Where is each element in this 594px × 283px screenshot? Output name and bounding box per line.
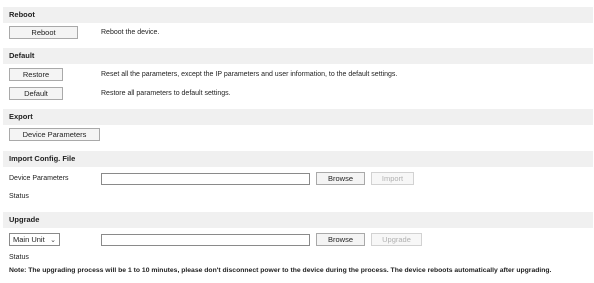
import-browse-button[interactable]: Browse bbox=[316, 172, 365, 185]
export-section-header: Export bbox=[3, 109, 593, 125]
restore-button[interactable]: Restore bbox=[9, 68, 63, 81]
restore-description: Reset all the parameters, except the IP … bbox=[101, 71, 398, 78]
upgrade-status-label: Status bbox=[9, 254, 29, 261]
export-device-parameters-button[interactable]: Device Parameters bbox=[9, 128, 100, 141]
import-config-section-header: Import Config. File bbox=[3, 151, 593, 167]
reboot-description: Reboot the device. bbox=[101, 29, 160, 36]
unit-select[interactable]: Main Unit ⌄ bbox=[9, 233, 60, 246]
unit-select-value: Main Unit bbox=[13, 235, 45, 244]
upgrade-file-path-input[interactable] bbox=[101, 234, 310, 246]
import-device-parameters-label: Device Parameters bbox=[9, 175, 69, 182]
import-status-label: Status bbox=[9, 193, 29, 200]
import-file-path-input[interactable] bbox=[101, 173, 310, 185]
upgrade-note: Note: The upgrading process will be 1 to… bbox=[9, 267, 552, 274]
upgrade-browse-button[interactable]: Browse bbox=[316, 233, 365, 246]
default-description: Restore all parameters to default settin… bbox=[101, 90, 231, 97]
reboot-button[interactable]: Reboot bbox=[9, 26, 78, 39]
reboot-section-header: Reboot bbox=[3, 7, 593, 23]
import-button[interactable]: Import bbox=[371, 172, 414, 185]
default-button[interactable]: Default bbox=[9, 87, 63, 100]
upgrade-section-header: Upgrade bbox=[3, 212, 593, 228]
upgrade-button[interactable]: Upgrade bbox=[371, 233, 422, 246]
default-section-header: Default bbox=[3, 48, 593, 64]
chevron-down-icon: ⌄ bbox=[50, 237, 56, 244]
